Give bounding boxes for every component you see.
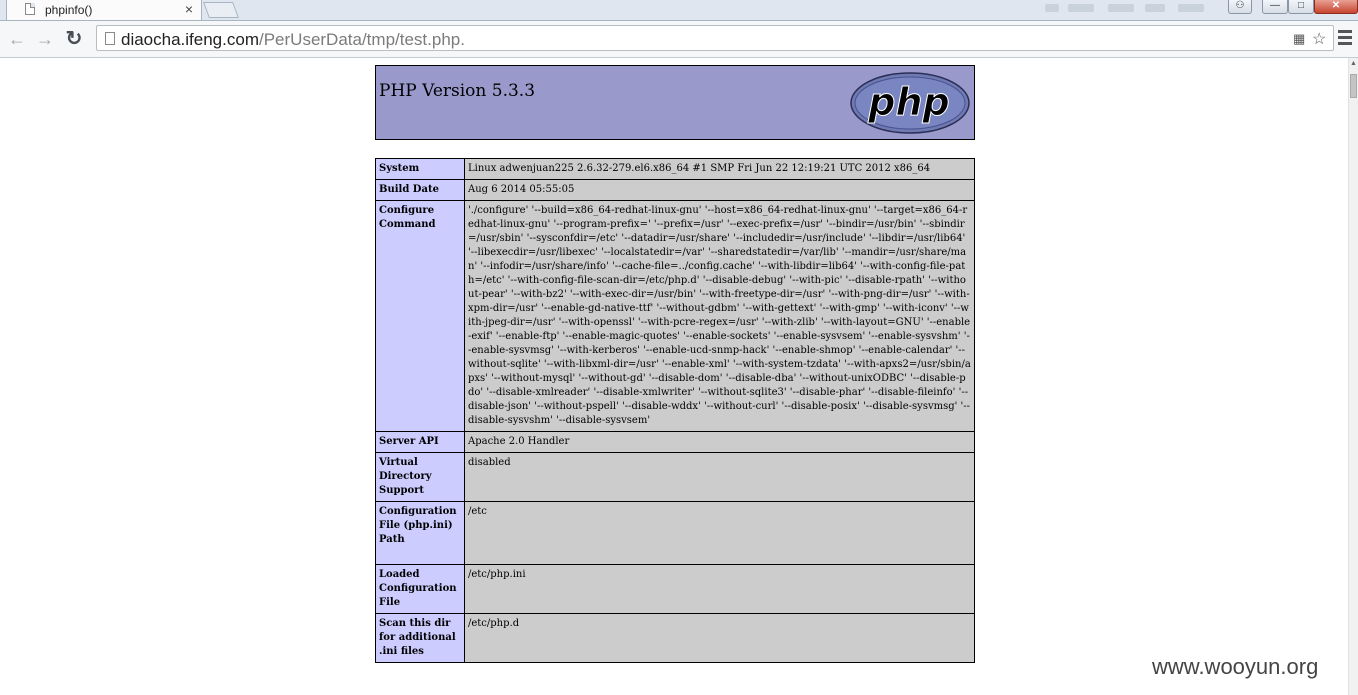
row-label: Configuration File (php.ini) Path (375, 501, 465, 565)
row-value: /etc/php.d (464, 613, 975, 663)
table-row: Scan this dir for additional .ini files … (375, 613, 975, 663)
new-tab-button[interactable] (203, 2, 239, 18)
url-host: diaocha.ifeng.com (121, 30, 259, 49)
page-icon (105, 32, 115, 45)
row-value: /etc/php.ini (464, 564, 975, 614)
watermark: www.wooyun.org (1152, 654, 1319, 679)
menu-icon[interactable] (1338, 27, 1352, 51)
close-tab-icon[interactable]: × (185, 1, 193, 17)
url-path: /PerUserData/tmp/test.php. (258, 30, 465, 49)
table-row: Configure Command './configure' '--build… (375, 200, 975, 432)
scroll-up-arrow-icon[interactable]: ▲ (1350, 60, 1357, 67)
page-title: PHP Version 5.3.3 (379, 81, 536, 101)
row-label: Scan this dir for additional .ini files (375, 613, 465, 663)
back-button[interactable]: ← (5, 27, 29, 51)
browser-toolbar: ← → ↻ diaocha.ifeng.com/PerUserData/tmp/… (0, 21, 1358, 58)
row-value: Aug 6 2014 05:55:05 (464, 179, 975, 201)
bookmark-star-icon[interactable]: ☆ (1312, 29, 1326, 49)
table-row: Build Date Aug 6 2014 05:55:05 (375, 179, 975, 201)
php-logo-icon[interactable]: php (850, 72, 970, 134)
tab-strip: phpinfo() × ⚇ — □ ✕ (0, 0, 1358, 21)
row-label: Configure Command (375, 200, 465, 432)
row-label: Server API (375, 431, 465, 453)
row-label: Build Date (375, 179, 465, 201)
table-row: Virtual Directory Support disabled (375, 452, 975, 502)
tab-phpinfo[interactable]: phpinfo() × (6, 0, 202, 20)
page-icon (25, 3, 35, 15)
forward-button[interactable]: → (33, 27, 57, 51)
blurred-toolbar-item (1145, 4, 1165, 12)
row-value: /etc (464, 501, 975, 565)
user-icon[interactable]: ⚇ (1228, 0, 1252, 14)
row-value: disabled (464, 452, 975, 502)
url-text: diaocha.ifeng.com/PerUserData/tmp/test.p… (121, 30, 465, 50)
row-value: Apache 2.0 Handler (464, 431, 975, 453)
translate-icon[interactable]: ▦ (1293, 31, 1305, 47)
vertical-scrollbar[interactable]: ▲ (1348, 58, 1358, 695)
row-label: System (375, 158, 465, 180)
scroll-thumb[interactable] (1350, 74, 1357, 98)
table-row: Loaded Configuration File /etc/php.ini (375, 564, 975, 614)
blurred-toolbar-item (1068, 4, 1094, 12)
blurred-toolbar-item (1108, 4, 1134, 12)
maximize-button[interactable]: □ (1288, 0, 1314, 14)
table-row: Configuration File (php.ini) Path /etc (375, 501, 975, 565)
page-viewport: PHP Version 5.3.3 php System Linux adwen… (0, 58, 1348, 695)
close-window-button[interactable]: ✕ (1314, 0, 1358, 14)
blurred-toolbar-item (1178, 4, 1204, 12)
reload-button[interactable]: ↻ (62, 27, 86, 51)
table-row: System Linux adwenjuan225 2.6.32-279.el6… (375, 158, 975, 180)
php-header: PHP Version 5.3.3 php (375, 65, 975, 140)
tab-title: phpinfo() (45, 3, 93, 17)
row-label: Virtual Directory Support (375, 452, 465, 502)
address-bar[interactable]: diaocha.ifeng.com/PerUserData/tmp/test.p… (96, 25, 1334, 51)
blurred-toolbar-item (1045, 4, 1059, 12)
row-value: './configure' '--build=x86_64-redhat-lin… (464, 200, 975, 432)
row-value: Linux adwenjuan225 2.6.32-279.el6.x86_64… (464, 158, 975, 180)
row-label: Loaded Configuration File (375, 564, 465, 614)
phpinfo-table: System Linux adwenjuan225 2.6.32-279.el6… (375, 158, 975, 663)
table-row: Server API Apache 2.0 Handler (375, 431, 975, 453)
logo-text: php (867, 80, 949, 124)
minimize-button[interactable]: — (1262, 0, 1288, 14)
